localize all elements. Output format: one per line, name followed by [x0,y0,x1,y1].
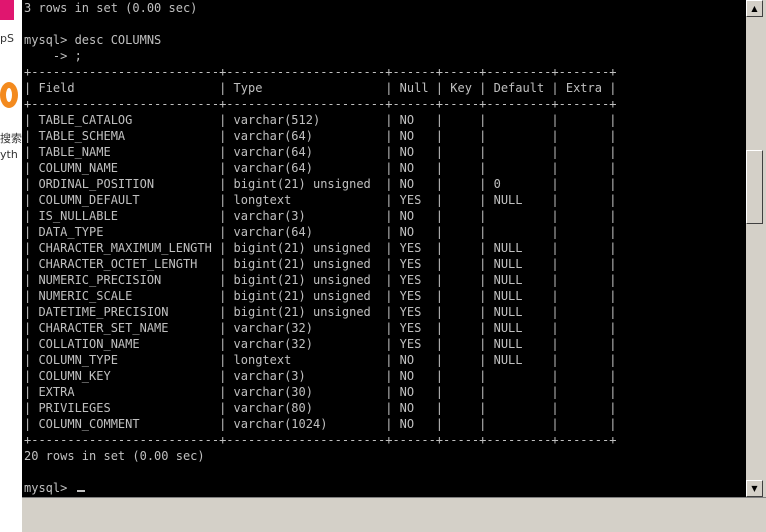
scroll-thumb[interactable] [746,150,763,224]
orange-logo-fragment [0,82,18,108]
pink-logo-fragment [0,0,14,20]
vertical-scrollbar[interactable]: ▲ ▼ [746,0,763,497]
scroll-up-icon[interactable]: ▲ [746,0,763,17]
background-window-strip: pS 搜索 yth [0,0,22,532]
mysql-console[interactable]: 3 rows in set (0.00 sec) mysql> desc COL… [22,0,746,497]
background-text-fragment: yth [0,148,18,161]
console-output: 3 rows in set (0.00 sec) mysql> desc COL… [22,0,746,496]
background-text-fragment: pS [0,32,14,45]
console-text: 3 rows in set (0.00 sec) mysql> desc COL… [24,1,617,495]
window-frame-bottom [22,497,766,532]
scroll-down-icon[interactable]: ▼ [746,480,763,497]
background-text-fragment: 搜索 [0,132,22,145]
text-cursor [76,490,85,492]
